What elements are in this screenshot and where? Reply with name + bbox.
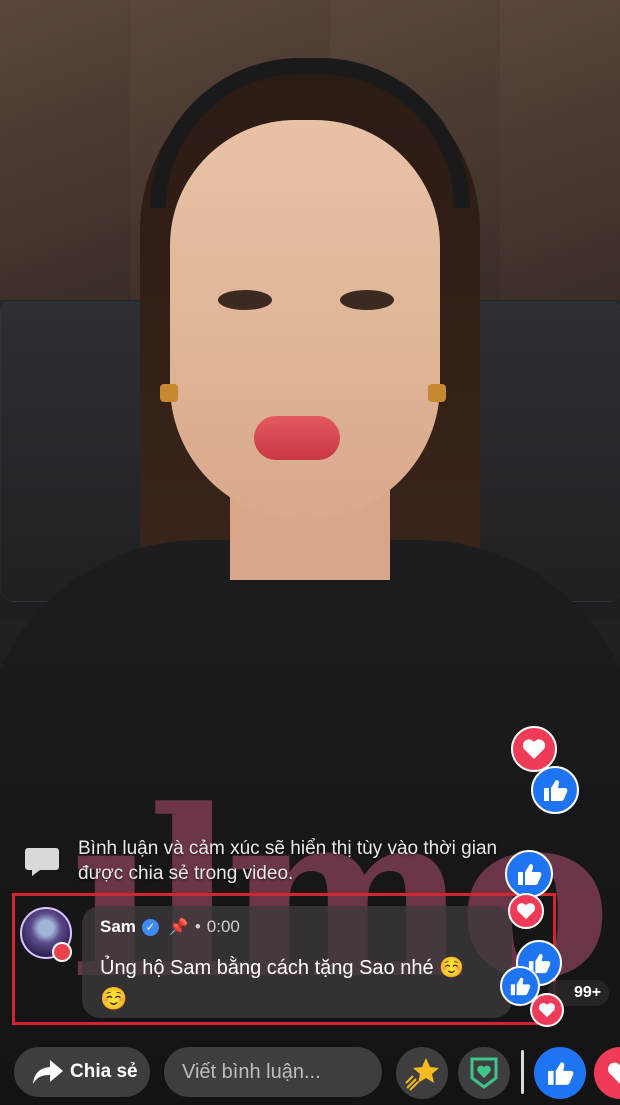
- comment-extra-emoji: ☺️: [100, 986, 128, 1011]
- floating-love-icon: [508, 893, 544, 929]
- share-label: Chia sẻ: [70, 1061, 138, 1082]
- presenter-lips: [254, 416, 340, 460]
- floating-like-icon: [505, 850, 553, 898]
- comment-bubble-icon: [25, 848, 59, 876]
- like-button[interactable]: [534, 1047, 586, 1099]
- floating-love-icon: [511, 726, 557, 772]
- wall-panel: [0, 0, 132, 300]
- divider: [521, 1050, 524, 1094]
- floating-love-icon: [530, 993, 564, 1027]
- love-icon: [607, 1062, 620, 1084]
- live-badge-icon: [52, 942, 72, 962]
- verified-icon: ✓: [141, 918, 159, 936]
- comments-notice: Bình luận và cảm xúc sẽ hiển thị tùy vào…: [24, 836, 584, 886]
- comment-timestamp: 0:00: [206, 917, 240, 936]
- stars-icon: [405, 1058, 439, 1091]
- like-icon: [548, 1062, 574, 1085]
- earring: [428, 384, 446, 402]
- earring: [160, 384, 178, 402]
- stars-button[interactable]: [396, 1047, 448, 1099]
- comment-author[interactable]: Sam: [100, 917, 136, 937]
- presenter-eye: [340, 290, 394, 310]
- presenter-eye: [218, 290, 272, 310]
- wall-panel: [500, 0, 620, 300]
- notice-text-line1: Bình luận và cảm xúc sẽ hiển thị tùy vào…: [78, 838, 498, 859]
- comment-input[interactable]: [164, 1047, 382, 1097]
- supporter-badge-button[interactable]: [458, 1047, 510, 1099]
- share-button[interactable]: Chia sẻ: [14, 1047, 150, 1097]
- notice-text-line2: được chia sẻ trong video.: [78, 863, 294, 884]
- share-arrow-icon: [33, 1060, 63, 1084]
- separator: •: [194, 917, 201, 936]
- comment-text: Ủng hộ Sam bằng cách tặng Sao nhé ☺️: [100, 957, 465, 979]
- pin-icon: 📌: [168, 919, 189, 936]
- comment-header: Sam ✓ 📌 • 0:00: [100, 917, 240, 937]
- floating-like-icon: [531, 766, 579, 814]
- supporter-badge-icon: [470, 1057, 498, 1089]
